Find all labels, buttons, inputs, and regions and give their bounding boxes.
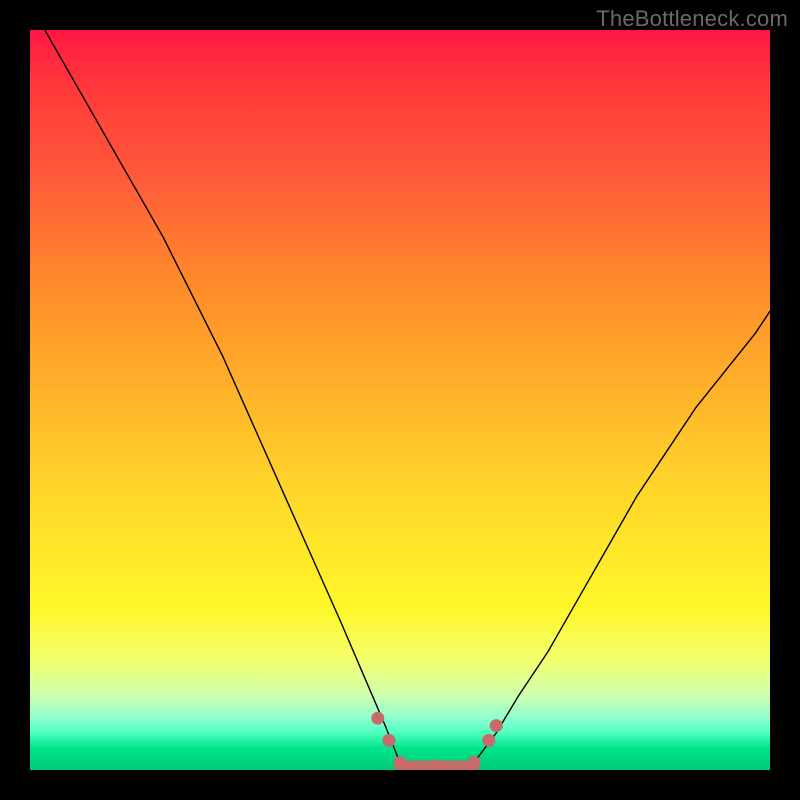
curve-right-branch: [474, 311, 770, 762]
marker-dot: [394, 756, 407, 769]
marker-dot: [468, 756, 481, 769]
marker-dot: [482, 734, 495, 747]
valley-marker-dots: [371, 712, 502, 770]
marker-dot: [490, 719, 503, 732]
curve-left-branch: [45, 30, 400, 763]
plot-area: [30, 30, 770, 770]
bottleneck-curve: [30, 30, 770, 770]
chart-frame: TheBottleneck.com: [0, 0, 800, 800]
watermark-text: TheBottleneck.com: [596, 6, 788, 32]
marker-dot: [382, 734, 395, 747]
marker-dot: [371, 712, 384, 725]
